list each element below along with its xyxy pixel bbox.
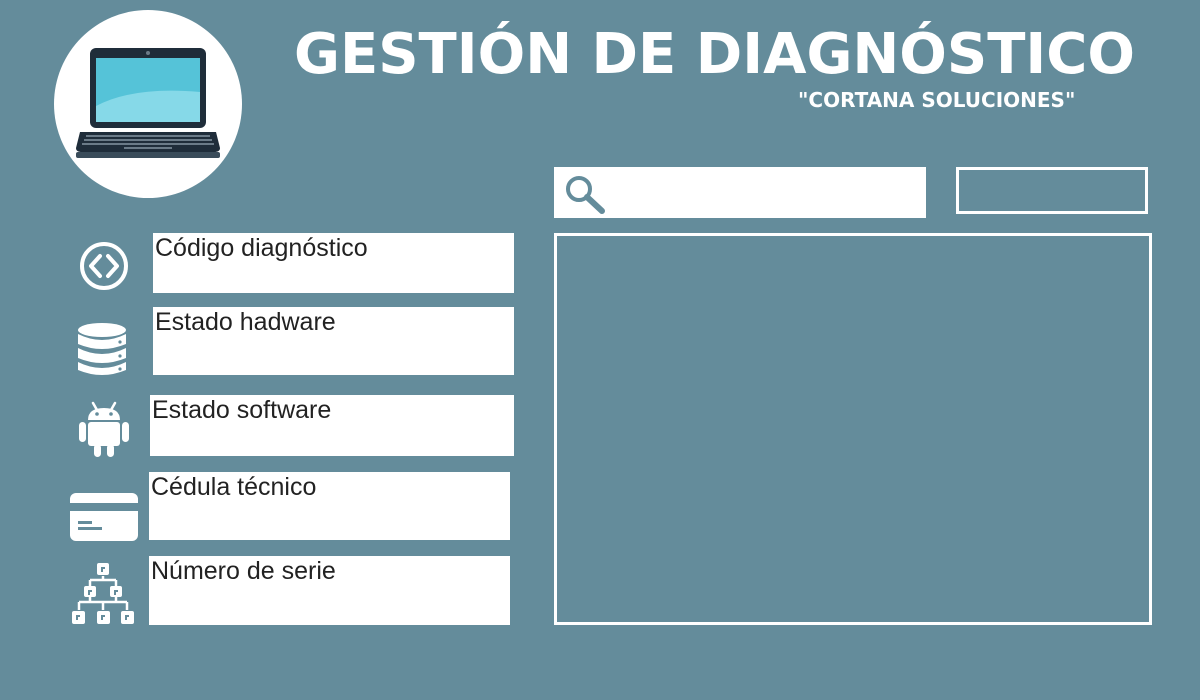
field-label: Cédula técnico <box>151 473 317 501</box>
results-panel <box>554 233 1152 625</box>
field-cedula-tecnico[interactable]: Cédula técnico <box>149 472 510 540</box>
logo-badge <box>54 10 242 198</box>
cedula-tecnico-input[interactable] <box>155 512 484 536</box>
id-card-icon <box>70 493 138 541</box>
search-bar[interactable] <box>554 167 926 218</box>
search-icon[interactable] <box>564 174 606 214</box>
field-numero-serie[interactable]: Número de serie <box>149 556 510 625</box>
estado-software-input[interactable] <box>156 428 488 452</box>
field-label: Estado software <box>152 396 332 424</box>
android-icon <box>79 401 129 457</box>
field-label: Estado hadware <box>155 308 336 336</box>
estado-hardware-input[interactable] <box>159 347 488 371</box>
page-title: GESTIÓN DE DIAGNÓSTICO <box>294 22 1135 87</box>
hierarchy-icon <box>72 563 134 624</box>
search-input[interactable] <box>610 175 914 211</box>
field-estado-software[interactable]: Estado software <box>150 395 514 456</box>
field-label: Número de serie <box>151 557 336 585</box>
numero-serie-input[interactable] <box>155 597 484 621</box>
code-icon <box>80 242 128 290</box>
laptop-icon <box>76 48 220 158</box>
codigo-diagnostico-input[interactable] <box>159 265 488 289</box>
field-codigo-diagnostico[interactable]: Código diagnóstico <box>153 233 514 293</box>
field-estado-hardware[interactable]: Estado hadware <box>153 307 514 375</box>
database-icon <box>78 323 126 375</box>
action-button[interactable] <box>956 167 1148 214</box>
company-name: "CORTANA SOLUCIONES" <box>798 88 1076 112</box>
field-label: Código diagnóstico <box>155 234 368 262</box>
